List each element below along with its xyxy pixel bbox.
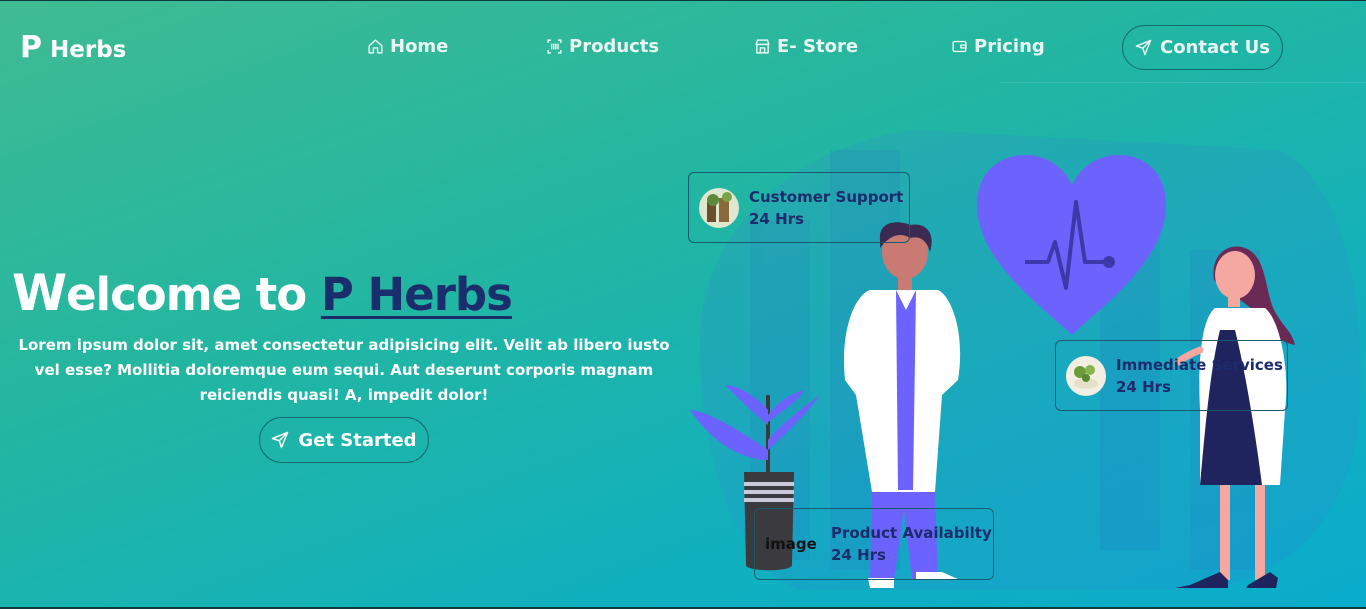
- nav-divider: [1000, 82, 1366, 83]
- nav-estore-label: E- Store: [777, 36, 859, 57]
- nav-products[interactable]: Products: [546, 36, 659, 57]
- store-icon: [755, 39, 770, 54]
- get-started-label: Get Started: [298, 429, 417, 451]
- customer-support-subtitle: 24 Hrs: [749, 209, 804, 228]
- immediate-services-title: Immediate Services: [1116, 355, 1283, 374]
- wallet-icon: [952, 40, 967, 53]
- hero-title-initial: W: [12, 264, 67, 322]
- contact-us-label: Contact Us: [1159, 37, 1270, 58]
- product-availability-image: image: [765, 535, 817, 553]
- customer-support-title: Customer Support: [749, 187, 904, 206]
- product-availability-card: image Product Availabilty 24 Hrs: [754, 508, 994, 580]
- product-availability-subtitle: 24 Hrs: [831, 546, 886, 564]
- get-started-button[interactable]: Get Started: [259, 417, 429, 463]
- immediate-services-card: Immediate Services 24 Hrs: [1055, 340, 1288, 411]
- customer-support-avatar: [699, 187, 739, 228]
- send-icon: [1135, 39, 1152, 56]
- nav-estore[interactable]: E- Store: [754, 36, 858, 57]
- nav-home[interactable]: Home: [367, 36, 448, 57]
- hero-title-accent: P Herbs: [320, 268, 513, 321]
- nav-home-label: Home: [390, 36, 449, 57]
- home-icon: [368, 39, 383, 54]
- barcode-icon: [547, 39, 562, 54]
- contact-us-button[interactable]: Contact Us: [1122, 25, 1283, 70]
- brand-logo[interactable]: P Herbs: [20, 30, 126, 65]
- nav-products-label: Products: [569, 36, 660, 57]
- immediate-services-avatar: [1066, 355, 1106, 396]
- send-icon: [272, 431, 289, 449]
- top-border: [0, 0, 1366, 1]
- customer-support-card: Customer Support 24 Hrs: [688, 172, 910, 243]
- hero-title: Welcome to P Herbs: [12, 264, 513, 322]
- brand-name: Herbs: [50, 37, 127, 63]
- nav-pricing[interactable]: Pricing: [951, 36, 1045, 57]
- product-availability-title: Product Availabilty: [831, 524, 992, 542]
- hero-title-text: elcome to: [66, 268, 321, 321]
- brand-letter: P: [20, 30, 42, 65]
- nav-pricing-label: Pricing: [974, 36, 1045, 57]
- immediate-services-subtitle: 24 Hrs: [1116, 377, 1171, 396]
- hero-description: Lorem ipsum dolor sit, amet consectetur …: [18, 336, 670, 404]
